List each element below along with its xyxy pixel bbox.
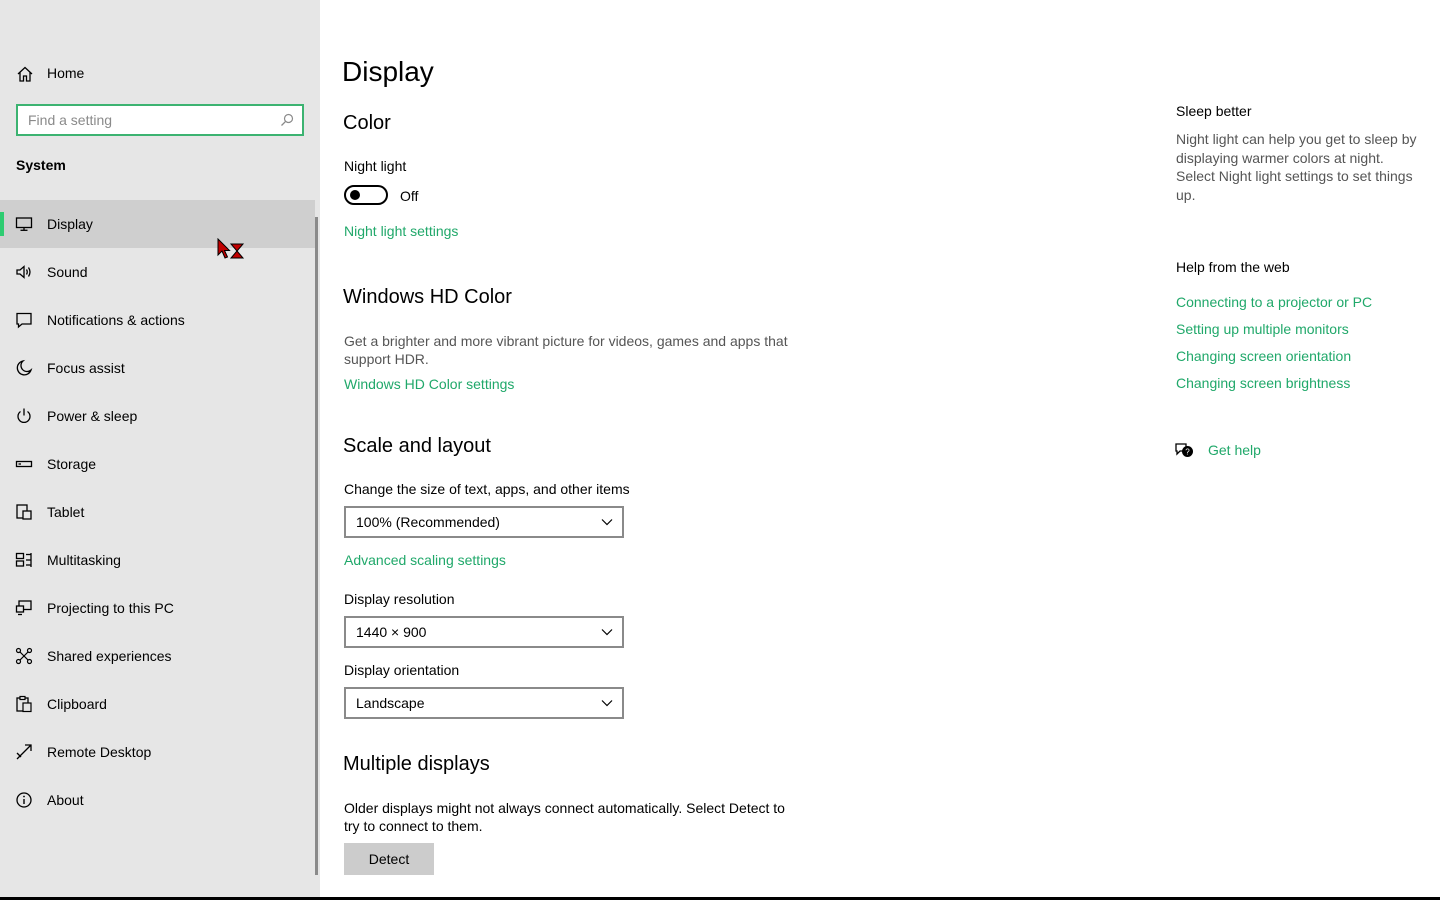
sidebar-item-clipboard[interactable]: Clipboard bbox=[0, 680, 315, 728]
night-light-toggle[interactable] bbox=[344, 185, 388, 205]
sidebar-item-projecting[interactable]: Projecting to this PC bbox=[0, 584, 315, 632]
storage-icon bbox=[15, 460, 33, 468]
sidebar-item-shared-experiences[interactable]: Shared experiences bbox=[0, 632, 315, 680]
sidebar-item-label: Projecting to this PC bbox=[47, 600, 174, 616]
resolution-label: Display resolution bbox=[344, 591, 455, 607]
monitor-icon bbox=[15, 217, 33, 231]
multiple-displays-heading: Multiple displays bbox=[343, 753, 490, 775]
chevron-down-icon bbox=[601, 700, 613, 707]
sidebar-item-label: Display bbox=[47, 216, 93, 232]
sidebar-item-label: Clipboard bbox=[47, 696, 107, 712]
tablet-icon bbox=[16, 504, 32, 520]
selected-indicator bbox=[0, 212, 4, 236]
hdr-description: Get a brighter and more vibrant picture … bbox=[344, 333, 788, 367]
chevron-down-icon bbox=[601, 629, 613, 636]
hdr-settings-link[interactable]: Windows HD Color settings bbox=[344, 376, 514, 392]
scale-value: 100% (Recommended) bbox=[356, 514, 500, 530]
sleep-better-heading: Sleep better bbox=[1176, 103, 1252, 119]
detect-button[interactable]: Detect bbox=[344, 843, 434, 875]
sidebar-item-notifications[interactable]: Notifications & actions bbox=[0, 296, 315, 344]
help-link[interactable]: Setting up multiple monitors bbox=[1176, 321, 1349, 337]
search-icon[interactable] bbox=[280, 113, 294, 127]
help-link[interactable]: Changing screen brightness bbox=[1176, 375, 1350, 391]
hdr-heading: Windows HD Color bbox=[343, 286, 512, 308]
sidebar-item-label: Power & sleep bbox=[47, 408, 138, 424]
sidebar-item-storage[interactable]: Storage bbox=[0, 440, 315, 488]
sidebar-item-label: Sound bbox=[47, 264, 88, 280]
chevron-down-icon bbox=[601, 519, 613, 526]
night-light-label: Night light bbox=[344, 158, 407, 174]
sidebar-item-multitasking[interactable]: Multitasking bbox=[0, 536, 315, 584]
sidebar-item-display[interactable]: Display bbox=[0, 200, 315, 248]
multiple-displays-description: Older displays might not always connect … bbox=[344, 800, 785, 834]
sidebar-item-label: Shared experiences bbox=[47, 648, 172, 664]
notification-icon bbox=[16, 312, 32, 329]
power-icon bbox=[17, 408, 31, 423]
svg-text:?: ? bbox=[1185, 448, 1190, 457]
sidebar-item-sound[interactable]: Sound bbox=[0, 248, 315, 296]
settings-window: Home System Display bbox=[0, 0, 1440, 900]
sidebar-item-about[interactable]: About bbox=[0, 776, 315, 824]
sidebar-item-label: Focus assist bbox=[47, 360, 125, 376]
busy-cursor-icon bbox=[217, 238, 245, 259]
sidebar-item-label: Tablet bbox=[47, 504, 85, 520]
orientation-dropdown[interactable]: Landscape bbox=[344, 687, 624, 719]
speaker-icon bbox=[16, 265, 31, 279]
sidebar-item-label: About bbox=[47, 792, 84, 808]
orientation-value: Landscape bbox=[356, 695, 425, 711]
section-header: System bbox=[16, 157, 66, 173]
search-box bbox=[16, 104, 304, 136]
color-heading: Color bbox=[343, 112, 391, 134]
moon-icon bbox=[16, 359, 33, 376]
night-light-settings-link[interactable]: Night light settings bbox=[344, 223, 458, 239]
get-help-link[interactable]: Get help bbox=[1208, 442, 1261, 458]
advanced-scaling-link[interactable]: Advanced scaling settings bbox=[344, 552, 506, 568]
scale-heading: Scale and layout bbox=[343, 435, 491, 457]
remote-desktop-icon bbox=[16, 744, 32, 760]
night-light-state: Off bbox=[400, 188, 419, 204]
chat-help-icon[interactable]: ? bbox=[1174, 441, 1194, 459]
nav-list: Display Sound Notifications & actions Fo… bbox=[0, 200, 315, 824]
resolution-dropdown[interactable]: 1440 × 900 bbox=[344, 616, 624, 648]
size-label: Change the size of text, apps, and other… bbox=[344, 481, 630, 497]
toggle-knob bbox=[350, 190, 360, 200]
sidebar-item-tablet[interactable]: Tablet bbox=[0, 488, 315, 536]
home-label: Home bbox=[47, 65, 85, 81]
sidebar-item-remote-desktop[interactable]: Remote Desktop bbox=[0, 728, 315, 776]
resolution-value: 1440 × 900 bbox=[356, 624, 427, 640]
sidebar: Home System Display bbox=[0, 0, 320, 900]
projecting-icon bbox=[15, 600, 32, 616]
orientation-label: Display orientation bbox=[344, 662, 460, 678]
scale-dropdown[interactable]: 100% (Recommended) bbox=[344, 506, 624, 538]
sleep-better-text: Night light can help you get to sleep by… bbox=[1176, 131, 1417, 203]
help-link[interactable]: Connecting to a projector or PC bbox=[1176, 294, 1372, 310]
multitasking-icon bbox=[15, 552, 32, 567]
search-input[interactable] bbox=[18, 106, 268, 134]
sidebar-item-label: Storage bbox=[47, 456, 97, 472]
sidebar-item-label: Remote Desktop bbox=[47, 744, 152, 760]
sidebar-item-focus-assist[interactable]: Focus assist bbox=[0, 344, 315, 392]
sidebar-scrollbar[interactable] bbox=[315, 217, 318, 875]
home-icon bbox=[17, 66, 33, 82]
sidebar-item-label: Notifications & actions bbox=[47, 312, 185, 328]
info-icon bbox=[16, 792, 32, 808]
home-nav-item[interactable]: Home bbox=[0, 58, 315, 90]
sidebar-item-power-sleep[interactable]: Power & sleep bbox=[0, 392, 315, 440]
help-link[interactable]: Changing screen orientation bbox=[1176, 348, 1351, 364]
help-heading: Help from the web bbox=[1176, 259, 1290, 275]
page-title: Display bbox=[342, 56, 434, 87]
clipboard-icon bbox=[16, 695, 32, 713]
shared-icon bbox=[15, 647, 33, 665]
sidebar-item-label: Multitasking bbox=[47, 552, 121, 568]
